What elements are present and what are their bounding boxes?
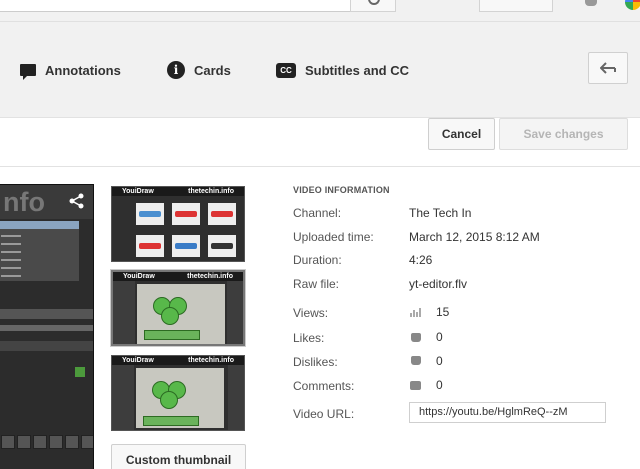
- duration-value: 4:26: [409, 253, 433, 267]
- likes-label: Likes:: [293, 331, 325, 345]
- share-icon: [69, 193, 85, 214]
- channel-label: Channel:: [293, 206, 342, 220]
- divider: [0, 166, 640, 167]
- avatar[interactable]: [625, 0, 640, 10]
- back-arrow-icon: [600, 62, 616, 74]
- video-preview[interactable]: nfo: [0, 184, 94, 469]
- thumbnail-site: thetechin.info: [188, 188, 234, 195]
- tab-cards[interactable]: i Cards: [167, 60, 231, 80]
- save-changes-button[interactable]: Save changes: [499, 118, 628, 150]
- likes-value: 0: [436, 330, 443, 344]
- annotation-icon: [20, 64, 36, 80]
- views-value: 15: [436, 305, 450, 319]
- duration-label: Duration:: [293, 253, 342, 267]
- upload-button[interactable]: [479, 0, 553, 12]
- search-input[interactable]: [0, 0, 351, 12]
- comments-stat: 0: [409, 378, 443, 392]
- tab-subtitles-label: Subtitles and CC: [305, 62, 410, 78]
- likes-stat: 0: [409, 330, 443, 344]
- uploaded-label: Uploaded time:: [293, 230, 374, 244]
- search-icon: [368, 0, 380, 5]
- bell-icon[interactable]: [585, 0, 597, 6]
- comments-value: 0: [436, 378, 443, 392]
- dislikes-label: Dislikes:: [293, 355, 338, 369]
- back-button[interactable]: [588, 52, 628, 84]
- comments-label: Comments:: [293, 379, 355, 393]
- info-icon: i: [167, 61, 185, 79]
- uploaded-value: March 12, 2015 8:12 AM: [409, 230, 540, 244]
- bar-chart-icon: [409, 306, 423, 318]
- channel-value: The Tech In: [409, 206, 472, 220]
- video-url-field[interactable]: https://youtu.be/HglmReQ--zM: [409, 402, 606, 423]
- tab-subtitles[interactable]: CC Subtitles and CC: [276, 60, 409, 80]
- video-url-label: Video URL:: [293, 407, 355, 421]
- thumbnail-brand: YouiDraw: [122, 188, 154, 195]
- dislikes-value: 0: [436, 354, 443, 368]
- cancel-button[interactable]: Cancel: [428, 118, 495, 150]
- custom-thumbnail-button[interactable]: Custom thumbnail: [111, 444, 246, 469]
- clover-graphic: [151, 297, 193, 329]
- thumb-up-icon: [409, 331, 423, 343]
- video-info-heading: VIDEO INFORMATION: [293, 185, 390, 195]
- views-label: Views:: [293, 306, 329, 320]
- tab-annotations[interactable]: Annotations: [20, 60, 121, 80]
- clover-graphic: [150, 381, 192, 413]
- editor-tab-bar: Annotations i Cards CC Subtitles and CC: [0, 22, 640, 118]
- search-button[interactable]: [350, 0, 396, 12]
- dislikes-stat: 0: [409, 354, 443, 368]
- comment-icon: [409, 379, 423, 391]
- raw-file-label: Raw file:: [293, 277, 340, 291]
- thumbnail-option-2-selected[interactable]: YouiDraw thetechin.info: [111, 270, 245, 346]
- tab-annotations-label: Annotations: [45, 62, 121, 78]
- thumbnail-option-3[interactable]: YouiDraw thetechin.info: [111, 355, 245, 431]
- thumbnail-option-1[interactable]: YouiDraw thetechin.info: [111, 186, 245, 262]
- top-bar: [0, 0, 640, 22]
- thumb-down-icon: [409, 355, 423, 367]
- views-stat: 15: [409, 305, 449, 319]
- preview-layer-list: [0, 221, 79, 281]
- tab-cards-label: Cards: [194, 62, 231, 78]
- cc-icon: CC: [276, 62, 296, 78]
- raw-file-value: yt-editor.flv: [409, 277, 468, 291]
